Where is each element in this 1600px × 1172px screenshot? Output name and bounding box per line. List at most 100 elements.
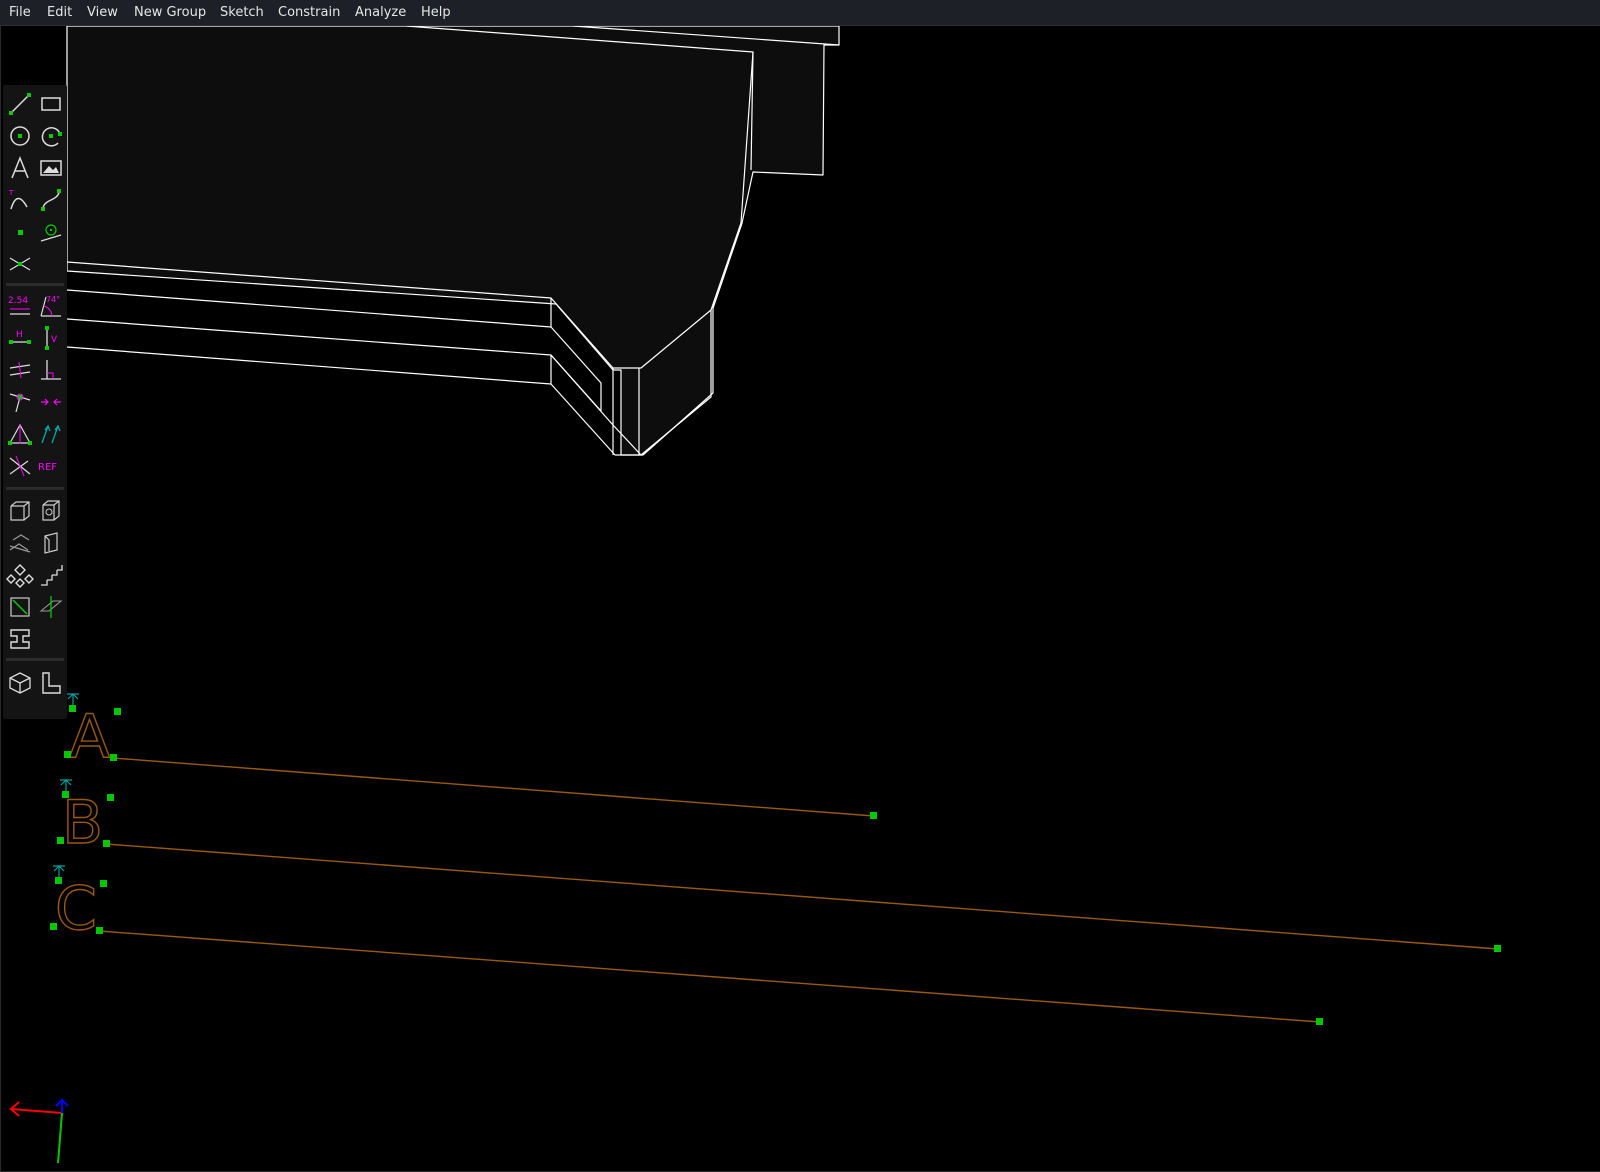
point — [96, 927, 103, 934]
helix-icon — [41, 565, 63, 586]
sketch-text-a[interactable]: A — [68, 701, 110, 772]
symmetric-button[interactable] — [6, 420, 34, 448]
sketch-in-3d-icon — [10, 501, 30, 521]
image-button[interactable] — [37, 154, 65, 182]
circle-button[interactable] — [6, 122, 34, 150]
menu-constrain[interactable]: Constrain — [278, 0, 340, 26]
vertical-button[interactable]: V — [37, 324, 65, 352]
nearest-ortho-button[interactable] — [37, 669, 65, 697]
horizontal-icon: H — [9, 330, 31, 344]
menu-view[interactable]: View — [87, 0, 118, 26]
svg-text:H: H — [16, 330, 23, 340]
workplane-icon — [40, 224, 62, 242]
point — [114, 708, 121, 715]
parallel-icon — [9, 361, 31, 379]
extrude-icon — [6, 564, 34, 588]
reference-icon: REF — [38, 462, 57, 473]
axis-x-icon — [9, 1101, 63, 1117]
toolbar-separator — [6, 283, 64, 286]
step-rotating-button[interactable] — [37, 529, 65, 557]
point — [107, 794, 114, 801]
menu-edit[interactable]: Edit — [47, 0, 72, 26]
axis-z-icon — [55, 1098, 69, 1113]
sketch-lines[interactable] — [98, 757, 1499, 1023]
extrude-button[interactable] — [6, 561, 34, 589]
on-point-button[interactable] — [6, 388, 34, 416]
lathe-icon — [10, 597, 30, 617]
point — [50, 923, 57, 930]
model-edge — [66, 318, 642, 456]
text-button[interactable] — [6, 154, 34, 182]
menu-sketch[interactable]: Sketch — [220, 0, 264, 26]
parallel-button[interactable] — [6, 356, 34, 384]
step-rotating-icon — [44, 532, 58, 554]
equal-length-button[interactable] — [37, 388, 65, 416]
sketch-entities[interactable]: A B C — [54, 701, 110, 944]
nearest-isometric-button[interactable] — [6, 669, 34, 697]
same-orientation-button[interactable] — [37, 420, 65, 448]
svg-text:REF: REF — [38, 462, 57, 473]
cubic-spline-button[interactable] — [37, 186, 65, 214]
other-supplementary-icon — [9, 455, 31, 477]
graphics-viewport[interactable]: A B C T 2.54 74° H V REF — [0, 26, 1600, 1172]
perpendicular-button[interactable] — [37, 356, 65, 384]
axis-y-icon — [57, 1112, 63, 1164]
tangent-arc-icon: T — [8, 189, 28, 210]
sketch-points[interactable] — [50, 705, 1501, 1025]
sketch-text-c[interactable]: C — [54, 873, 97, 944]
angle-dimension-icon: 74° — [40, 295, 61, 317]
angle-dimension-button[interactable]: 74° — [37, 292, 65, 320]
split-curves-icon — [9, 257, 31, 271]
point — [55, 877, 62, 884]
toolbar: T 2.54 74° H V REF — [3, 85, 67, 719]
sketch-in-workplane-button[interactable] — [37, 497, 65, 525]
workplane-button[interactable] — [37, 218, 65, 246]
menu-file[interactable]: File — [9, 0, 31, 26]
vertical-icon: V — [45, 326, 58, 350]
sketch-in-workplane-icon — [42, 500, 60, 521]
svg-text:T: T — [8, 189, 14, 197]
text-icon — [11, 155, 29, 179]
other-supplementary-button[interactable] — [6, 452, 34, 480]
model-back-face — [66, 26, 840, 456]
revolve-icon — [39, 596, 63, 618]
helix-button[interactable] — [37, 561, 65, 589]
rectangle-button[interactable] — [37, 90, 65, 118]
step-translating-button[interactable] — [6, 529, 34, 557]
revolve-button[interactable] — [37, 593, 65, 621]
point — [57, 837, 64, 844]
menu-new-group[interactable]: New Group — [134, 0, 206, 26]
menu-analyze[interactable]: Analyze — [355, 0, 406, 26]
point — [100, 880, 107, 887]
link-assembly-icon — [10, 629, 30, 649]
link-assembly-button[interactable] — [6, 625, 34, 653]
split-curves-button[interactable] — [6, 250, 34, 278]
menu-help[interactable]: Help — [421, 0, 451, 26]
model-edge — [66, 346, 552, 385]
point — [62, 791, 69, 798]
lathe-button[interactable] — [6, 593, 34, 621]
sketch-line-a — [112, 757, 875, 817]
reference-button[interactable]: REF — [37, 452, 65, 480]
symmetric-icon — [8, 423, 32, 445]
distance-dimension-button[interactable]: 2.54 — [6, 292, 34, 320]
image-icon — [40, 160, 62, 176]
datum-point-button[interactable] — [6, 218, 34, 246]
point — [64, 751, 71, 758]
toolbar-separator — [6, 658, 64, 661]
step-translating-icon — [9, 534, 31, 553]
point — [103, 840, 110, 847]
horizontal-button[interactable]: H — [6, 324, 34, 352]
point — [110, 754, 117, 761]
line-segment-button[interactable] — [6, 90, 34, 118]
model-canvas[interactable]: A B C — [1, 26, 1600, 1172]
menu-bar: File Edit View New Group Sketch Constrai… — [0, 0, 1600, 26]
point — [69, 705, 76, 712]
on-point-icon — [9, 393, 31, 413]
arc-button[interactable] — [37, 122, 65, 150]
point — [1316, 1018, 1323, 1025]
sketch-text-b[interactable]: B — [61, 787, 104, 858]
rectangle-icon — [41, 97, 61, 111]
tangent-arc-button[interactable]: T — [6, 186, 34, 214]
sketch-in-3d-button[interactable] — [6, 497, 34, 525]
